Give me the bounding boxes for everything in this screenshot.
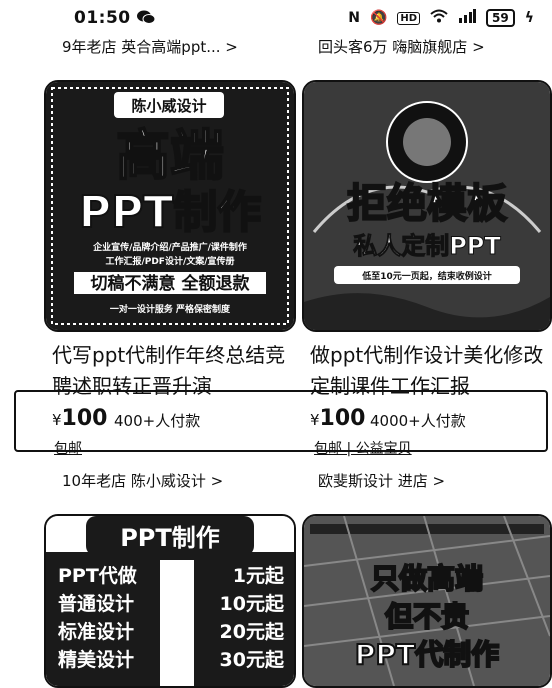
poster-services-2: 工作汇报/PDF设计/文案/宣传册 [105,255,234,267]
price-1: ¥100 [52,406,107,431]
product-image-3[interactable]: PPT制作 PPT代做 1元起普通设计 10元起标准设计 20元起精美设计 30元起 [44,514,296,688]
poster-guarantee: 切稿不满意 全额退款 [91,273,251,294]
poster4-line-1: 只做高端 [371,562,483,595]
poster2-headline: 拒绝模板 [347,181,507,227]
poster3-row-label: PPT代做 [58,564,137,587]
status-bar: 01:50 N 🔕 HD 59 ϟ [0,0,552,34]
price-1-value: 100 [61,406,108,431]
poster3-row-price: 20元起 [220,621,285,643]
product-poster-1: 陈小威设计 高端 PPT制作 企业宣传/品牌介绍/产品推广/课件制作 工作汇报/… [46,82,294,330]
poster4-line-3: PPT代制作 [355,638,499,671]
poster3-header: PPT制作 [120,524,220,552]
product-image-2[interactable]: 拒绝模板 私人定制PPT 低至10元一页起，结束收例设计 [302,80,552,332]
poster2-subline: 私人定制PPT [353,232,501,260]
wifi-icon [430,9,448,27]
poster3-row-price: 30元起 [220,649,285,671]
product-image-1[interactable]: 陈小威设计 高端 PPT制作 企业宣传/品牌介绍/产品推广/课件制作 工作汇报/… [44,80,296,332]
poster3-row-label: 标准设计 [58,621,134,643]
price-2-symbol: ¥ [310,411,320,429]
nfc-icon: N [348,10,360,26]
product-poster-2: 拒绝模板 私人定制PPT 低至10元一页起，结束收例设计 [304,82,550,330]
mute-icon: 🔕 [369,10,388,26]
poster3-row-price: 10元起 [220,593,285,615]
poster-services-1: 企业宣传/品牌介绍/产品推广/课件制作 [92,241,247,253]
status-time: 01:50 [74,8,131,28]
tags-2: 包邮 | 公益宝贝 [314,441,412,457]
poster-line-1: 高端 [116,124,224,187]
hd-icon: HD [397,11,421,25]
status-icons: N 🔕 HD 59 ϟ [348,9,534,27]
price-1-symbol: ¥ [52,411,62,429]
poster-badge: 陈小威设计 [131,97,206,115]
store-link-right-1[interactable]: 回头客6万 嗨脑旗舰店 > [318,36,485,57]
store-link-left-2[interactable]: 10年老店 陈小威设计 > [62,470,223,491]
poster3-row-label: 普通设计 [58,592,134,615]
store-row-1: 9年老店 英合高端ppt... > 回头客6万 嗨脑旗舰店 > [0,36,552,64]
product-poster-4: 只做高端 但不贵 PPT代制作 [304,516,550,686]
product-poster-3: PPT制作 PPT代做 1元起普通设计 10元起标准设计 20元起精美设计 30元起 [46,516,294,686]
poster2-note: 低至10元一页起，结束收例设计 [361,270,492,282]
poster3-row-price: 1元起 [233,565,285,587]
poster-line-2: PPT制作 [79,187,262,238]
paid-count-2: 4000+人付款 [370,412,466,430]
store-link-right-2[interactable]: 欧斐斯设计 进店 > [318,470,445,491]
wechat-icon [137,10,156,24]
tags-1: 包邮 [54,441,82,457]
charging-icon: ϟ [524,10,534,26]
store-row-2: 10年老店 陈小威设计 > 欧斐斯设计 进店 > [0,470,552,498]
paid-count-1: 400+人付款 [114,412,201,430]
signal-icon [458,9,477,27]
price-2: ¥100 [310,406,365,431]
product-image-4[interactable]: 只做高端 但不贵 PPT代制作 [302,514,552,688]
store-link-left-1[interactable]: 9年老店 英合高端ppt... > [62,36,238,57]
poster-footer: 一对一设计服务 严格保密制度 [110,303,231,315]
price-2-value: 100 [319,406,366,431]
battery-indicator: 59 [486,9,515,27]
poster3-row-label: 精美设计 [58,648,134,671]
poster4-line-2: 但不贵 [385,600,469,633]
